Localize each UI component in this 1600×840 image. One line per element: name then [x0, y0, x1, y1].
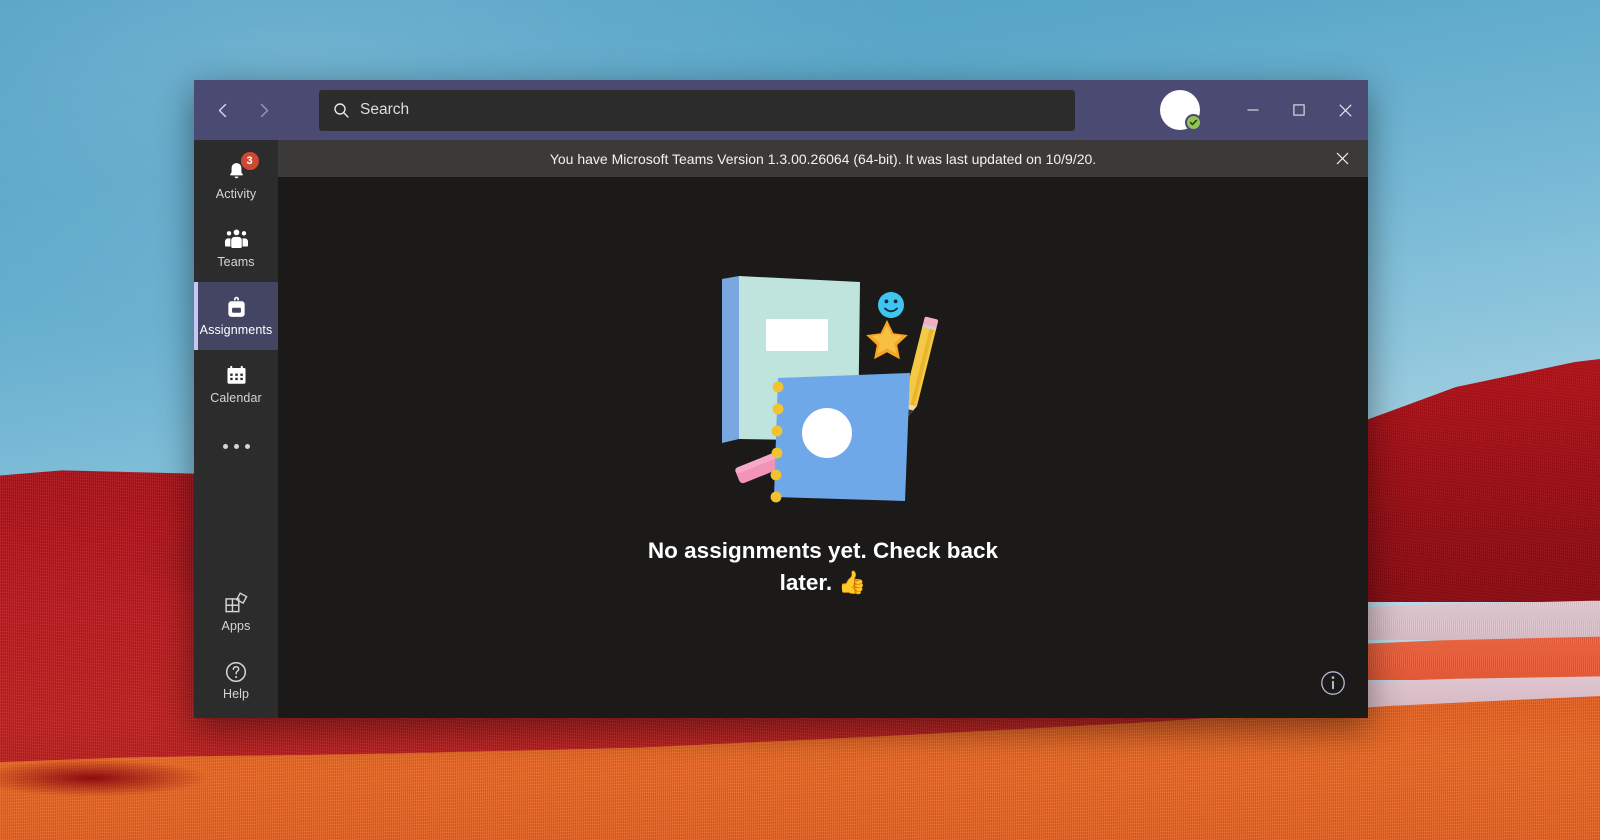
sidebar-item-activity[interactable]: 3 Activity	[194, 146, 278, 214]
empty-state-message: No assignments yet. Check back later. 👍	[647, 538, 999, 595]
window-body: 3 Activity Teams Assignments Calendar Ap…	[194, 140, 1368, 718]
sidebar-item-label: Apps	[221, 618, 251, 633]
search-bar[interactable]	[319, 89, 1075, 131]
sidebar-item-label: Help	[222, 686, 250, 701]
sidebar-item-label: Assignments	[199, 322, 273, 337]
teams-window: 3 Activity T	[194, 80, 1368, 718]
calendar-icon	[225, 363, 248, 389]
sidebar-item-label: Activity	[215, 186, 257, 201]
back-button[interactable]	[206, 93, 240, 127]
wallpaper-dark-patch	[0, 748, 290, 808]
maximize-button[interactable]	[1276, 80, 1322, 140]
people-icon	[224, 227, 249, 253]
sidebar-item-label: Teams	[217, 254, 255, 269]
backpack-icon	[225, 295, 248, 321]
empty-state: No assignments yet. Check back later. 👍	[633, 263, 1013, 597]
sidebar-item-apps[interactable]: Apps	[194, 578, 278, 646]
titlebar-controls	[1160, 80, 1368, 140]
sidebar-item-label: Calendar	[210, 390, 262, 405]
more-options-button[interactable]	[194, 418, 278, 474]
sidebar-item-teams[interactable]: Teams	[194, 214, 278, 282]
close-button[interactable]	[1322, 80, 1368, 140]
update-banner: You have Microsoft Teams Version 1.3.00.…	[278, 140, 1368, 177]
ellipsis-icon	[244, 443, 250, 449]
help-icon	[224, 659, 248, 685]
banner-close-button[interactable]	[1326, 140, 1358, 177]
notebooks-and-pencil-illustration	[722, 276, 939, 503]
app-rail: 3 Activity Teams Assignments Calendar Ap…	[194, 140, 278, 718]
content-column: You have Microsoft Teams Version 1.3.00.…	[278, 140, 1368, 718]
rail-spacer	[194, 474, 278, 578]
bell-icon: 3	[225, 151, 259, 185]
avatar[interactable]	[1160, 90, 1202, 131]
apps-icon	[224, 591, 248, 617]
nav-arrows	[206, 93, 280, 127]
sidebar-item-assignments[interactable]: Assignments	[194, 282, 278, 350]
desktop-wallpaper: 3 Activity T	[0, 0, 1600, 840]
sidebar-item-help[interactable]: Help	[194, 646, 278, 714]
titlebar	[194, 80, 1368, 140]
search-input[interactable]	[360, 101, 1061, 119]
forward-button[interactable]	[246, 93, 280, 127]
search-icon	[333, 102, 350, 119]
banner-text: You have Microsoft Teams Version 1.3.00.…	[549, 150, 1097, 167]
status-badge	[1185, 114, 1202, 131]
sidebar-item-calendar[interactable]: Calendar	[194, 350, 278, 418]
ellipsis-icon	[222, 443, 228, 449]
ellipsis-icon	[233, 443, 239, 449]
info-button[interactable]	[1318, 668, 1348, 698]
assignments-pane: No assignments yet. Check back later. 👍	[278, 177, 1368, 718]
minimize-button[interactable]	[1230, 80, 1276, 140]
activity-badge: 3	[240, 151, 259, 170]
